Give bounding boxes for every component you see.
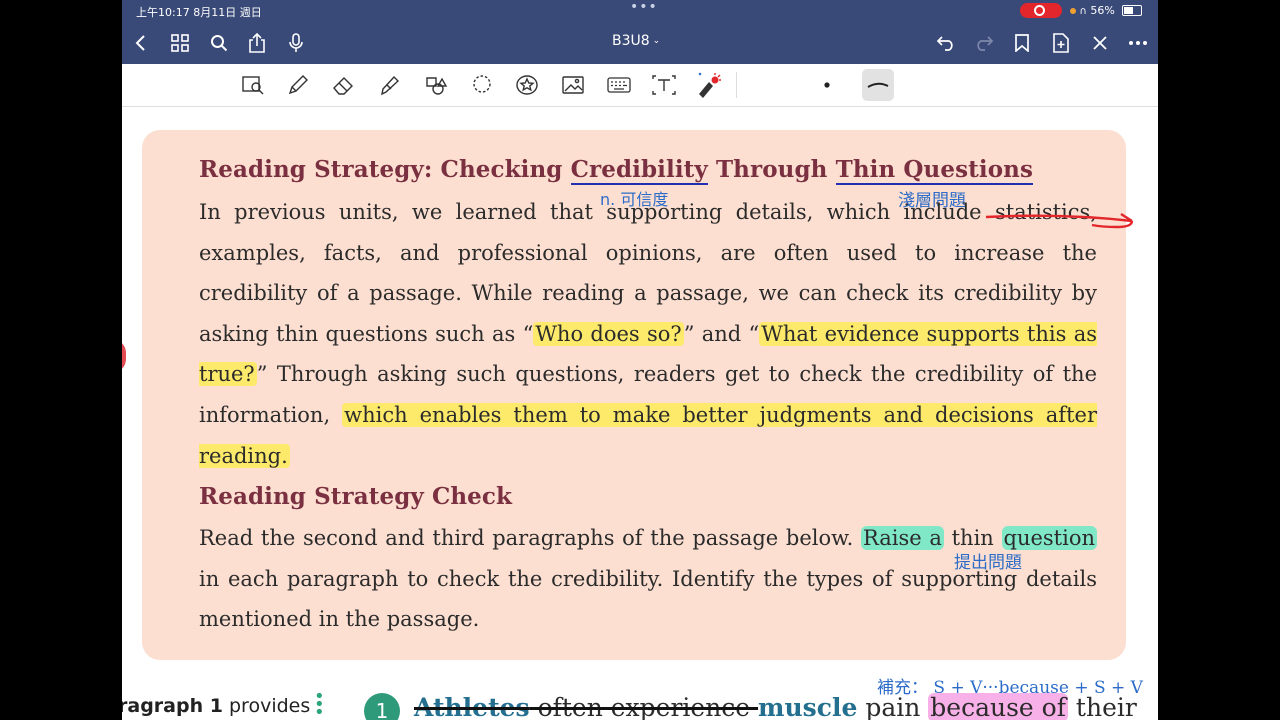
headphones-icon: ∩	[1079, 6, 1087, 17]
strategy-heading-part-2: Through	[707, 156, 836, 183]
strategy-check-heading: Reading Strategy Check	[199, 483, 513, 510]
eraser-icon[interactable]	[329, 70, 359, 100]
drawing-toolbar	[122, 64, 1158, 107]
back-icon[interactable]	[128, 30, 154, 56]
often-experience-text: often experience	[529, 693, 759, 720]
text-box-icon[interactable]	[649, 70, 679, 100]
more-icon[interactable]	[1125, 30, 1151, 56]
highlighter-icon[interactable]	[375, 70, 405, 100]
search-icon[interactable]	[206, 30, 232, 56]
highlight-question: question	[1001, 526, 1097, 550]
vertical-dots-icon: • • •	[314, 686, 325, 720]
strategy-check-paragraph: Read the second and third paragraphs of …	[199, 518, 1097, 640]
reading-strategy-card: Reading Strategy: Checking Credibility T…	[142, 130, 1134, 660]
battery-icon	[1122, 5, 1142, 16]
document-page[interactable]: Reading Strategy: Checking Credibility T…	[122, 107, 1158, 720]
battery-fill	[1124, 7, 1133, 14]
toolbar-divider	[736, 72, 737, 98]
para-2-text-1: Read the second and third paragraphs of …	[199, 526, 861, 550]
share-icon[interactable]	[244, 30, 270, 56]
athletes-word: Athletes	[414, 693, 530, 720]
paragraph-1-label: ragraph 1 provides	[122, 695, 310, 717]
paragraph-1-label-rest: provides	[222, 695, 311, 717]
app-window: 上午10:17 8月11日 週日 ••• ∩ 56% B3U8 ⌄ Readin…	[122, 0, 1158, 720]
add-page-icon[interactable]	[1048, 30, 1074, 56]
redo-icon[interactable]	[971, 30, 997, 56]
muscle-word: muscle	[758, 693, 858, 720]
mic-icon[interactable]	[283, 30, 309, 56]
undo-icon[interactable]	[933, 30, 959, 56]
paragraph-1-label-bold: ragraph 1	[122, 695, 223, 717]
credibility-word: Credibility	[570, 156, 708, 185]
lasso-icon[interactable]	[467, 70, 497, 100]
pain-text: pain	[857, 693, 929, 720]
thin-questions-word: Thin Questions	[835, 156, 1034, 185]
zoom-view-icon[interactable]	[238, 70, 268, 100]
laser-pointer-icon[interactable]	[694, 70, 724, 100]
highlight-raise-a: Raise a	[860, 526, 944, 550]
para-2-text-3: in each paragraph to check the credibili…	[199, 566, 1097, 632]
stroke-style-icon[interactable]	[862, 69, 894, 101]
strategy-heading: Reading Strategy: Checking Credibility T…	[199, 156, 1034, 185]
nav-bar: B3U8 ⌄	[122, 22, 1158, 64]
battery-percent-text: 56%	[1090, 4, 1115, 17]
keyboard-icon[interactable]	[604, 70, 634, 100]
pen-size-dot-icon[interactable]	[812, 70, 842, 100]
strategy-heading-part-1: Reading Strategy: Checking	[199, 156, 571, 183]
shapes-icon[interactable]	[421, 70, 451, 100]
highlight-who-does-so: Who does so?	[533, 321, 684, 346]
multitask-dots[interactable]: •••	[630, 0, 658, 15]
close-icon[interactable]	[1087, 30, 1113, 56]
pen-icon[interactable]	[283, 70, 313, 100]
para-2-text-2: thin	[943, 526, 1002, 550]
strategy-paragraph: In previous units, we learned that suppo…	[199, 192, 1097, 476]
battery-percent: ∩ 56%	[1070, 4, 1115, 17]
highlight-because-of: because of	[928, 693, 1068, 720]
annotation-raise-question: 提出問題	[954, 553, 1022, 573]
paragraph-number-badge: 1	[364, 693, 400, 720]
image-icon[interactable]	[558, 70, 588, 100]
their-text: their	[1067, 693, 1137, 720]
para-1-text-3: ” and “	[683, 321, 760, 346]
bookmark-icon[interactable]	[1009, 30, 1035, 56]
chevron-down-icon: ⌄	[652, 36, 661, 46]
status-bar: 上午10:17 8月11日 週日 ••• ∩ 56%	[122, 0, 1158, 22]
passage-first-sentence: Athletes often experience muscle pain be…	[414, 693, 1137, 720]
para-1-text-1: In previous units, we learned that suppo…	[199, 200, 995, 224]
document-title[interactable]: B3U8 ⌄	[612, 33, 660, 49]
red-arrow-annotation	[985, 212, 1134, 229]
sticker-icon[interactable]	[512, 70, 542, 100]
status-time: 上午10:17 8月11日 週日	[136, 6, 262, 19]
page-edge-marker[interactable]	[122, 339, 126, 373]
screen-record-indicator[interactable]	[1020, 3, 1062, 18]
document-title-text: B3U8	[612, 33, 650, 49]
grid-icon[interactable]	[167, 30, 193, 56]
orange-dot-icon	[1070, 8, 1076, 14]
